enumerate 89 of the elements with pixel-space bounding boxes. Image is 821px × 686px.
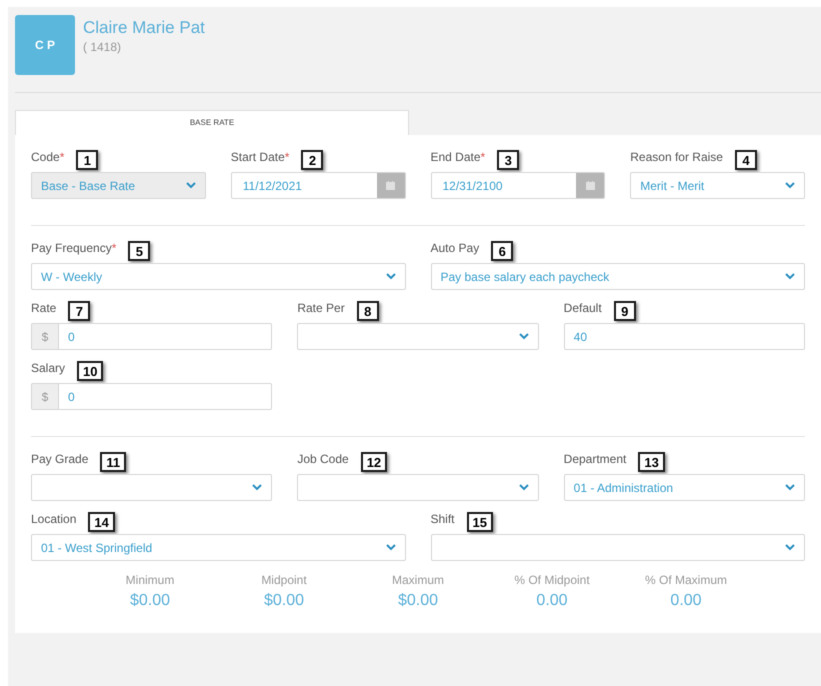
- calendar-icon: [586, 181, 595, 190]
- field-value: 01 - Administration: [574, 480, 674, 496]
- chevron-down-icon: [252, 484, 262, 491]
- chevron-down-icon: [785, 182, 795, 189]
- field-label: Pay Frequency: [31, 240, 112, 257]
- field-label: Shift: [430, 511, 455, 528]
- number-badge: 4: [734, 150, 757, 170]
- number-badge: 8: [356, 301, 379, 321]
- field-value: 0: [68, 390, 75, 404]
- required-mark: *: [112, 240, 116, 257]
- dropdown-field[interactable]: 01 - Administration: [564, 474, 805, 501]
- chevron-down-icon: [785, 544, 795, 551]
- dropdown-field[interactable]: Pay base salary each paycheck: [430, 263, 805, 290]
- field-label: Rate Per: [297, 300, 345, 317]
- avatar: C P: [15, 15, 75, 75]
- calendar-icon: [386, 181, 395, 190]
- field-label: Department: [564, 451, 626, 468]
- stat-value: $0.00: [398, 591, 438, 611]
- field-label: Location: [31, 511, 76, 528]
- number-badge: 1: [76, 150, 98, 170]
- field-label: Reason for Raise: [630, 149, 723, 166]
- field-value: Base - Base Rate: [41, 178, 136, 194]
- number-badge: 14: [88, 512, 115, 532]
- number-badge: 12: [360, 452, 388, 472]
- field-label: Default: [564, 300, 602, 317]
- field-label: Salary: [31, 360, 66, 377]
- number-badge: 3: [497, 150, 520, 170]
- chevron-down-icon: [785, 273, 795, 280]
- field-label: Start Date: [230, 149, 285, 166]
- chevron-down-icon: [386, 544, 396, 551]
- dropdown-field[interactable]: W - Weekly: [31, 263, 406, 290]
- stat-value: $0.00: [130, 591, 170, 611]
- dropdown-field[interactable]: [297, 474, 539, 501]
- chevron-down-icon: [186, 182, 196, 189]
- stat-label: Minimum: [126, 572, 174, 589]
- number-badge: 13: [638, 452, 665, 472]
- dropdown-field[interactable]: [430, 534, 805, 561]
- stat-value: $0.00: [264, 591, 304, 611]
- chevron-down-icon: [386, 273, 396, 280]
- currency-field[interactable]: $ 0: [31, 323, 272, 350]
- currency-prefix: $: [32, 324, 59, 349]
- required-mark: *: [284, 149, 290, 166]
- field-label: Pay Grade: [31, 451, 88, 468]
- field-label: Job Code: [297, 451, 349, 468]
- required-mark: *: [60, 149, 64, 166]
- dropdown-field[interactable]: [297, 323, 539, 350]
- number-badge: 15: [466, 512, 493, 532]
- chevron-down-icon: [518, 484, 529, 491]
- number-badge: 7: [68, 301, 90, 321]
- currency-field[interactable]: $ 0: [31, 383, 272, 410]
- field-label: End Date: [430, 149, 481, 166]
- employee-id: ( 1418): [83, 39, 122, 56]
- field-value: W - Weekly: [41, 268, 102, 286]
- dropdown-field[interactable]: Merit - Merit: [630, 172, 805, 199]
- field-value: Merit - Merit: [640, 178, 704, 194]
- number-badge: 6: [491, 241, 514, 261]
- stat-label: % Of Midpoint: [514, 572, 590, 589]
- tab[interactable]: BASE RATE: [15, 110, 409, 135]
- field-value: 40: [574, 328, 588, 346]
- date-field[interactable]: 12/31/2100: [430, 172, 606, 199]
- dropdown-field[interactable]: [31, 474, 272, 501]
- field-value: Pay base salary each paycheck: [440, 268, 610, 286]
- stat-value: 0.00: [670, 591, 702, 611]
- field-value: 01 - West Springfield: [41, 540, 152, 556]
- stat-label: Midpoint: [261, 572, 307, 589]
- calendar-button[interactable]: [376, 173, 404, 198]
- field-value: 12/31/2100: [442, 178, 503, 192]
- employee-name: Claire Marie Pat: [83, 17, 205, 38]
- field-label: Auto Pay: [430, 240, 480, 257]
- number-badge: 2: [301, 150, 324, 170]
- chevron-down-icon: [518, 333, 529, 340]
- currency-prefix: $: [32, 384, 59, 409]
- number-badge: 5: [128, 241, 150, 261]
- calendar-button[interactable]: [576, 173, 604, 198]
- chevron-down-icon: [784, 484, 795, 491]
- number-badge: 10: [77, 361, 104, 381]
- stat-value: 0.00: [536, 591, 568, 611]
- field-label: Code: [31, 149, 60, 166]
- dropdown-field[interactable]: 01 - West Springfield: [31, 534, 406, 561]
- input-field[interactable]: 40: [564, 323, 805, 350]
- field-value: 11/12/2021: [242, 178, 302, 192]
- date-field[interactable]: 11/12/2021: [230, 172, 406, 199]
- field-value: 0: [68, 330, 75, 344]
- number-badge: 11: [100, 452, 126, 472]
- stat-label: Maximum: [392, 572, 444, 589]
- stat-label: % Of Maximum: [644, 572, 727, 589]
- number-badge: 9: [614, 301, 636, 321]
- field-label: Rate: [31, 300, 56, 317]
- required-mark: *: [480, 149, 486, 166]
